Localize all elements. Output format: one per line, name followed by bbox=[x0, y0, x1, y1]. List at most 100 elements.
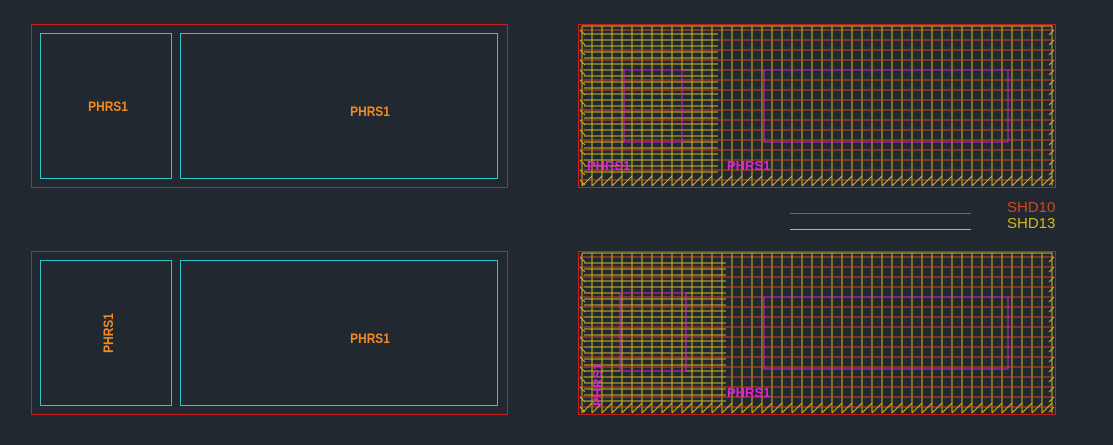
hatch-tooth-bottom bbox=[731, 402, 743, 414]
hatch-tooth-bottom bbox=[831, 175, 843, 187]
hatch-tooth-bottom bbox=[881, 402, 893, 414]
hatch-tooth-bottom bbox=[631, 175, 643, 187]
hatch-tooth-bottom bbox=[911, 402, 923, 414]
hatch-tooth-bottom bbox=[791, 175, 803, 187]
hatch-tooth-bottom bbox=[1011, 402, 1023, 414]
hatch-tooth-bottom bbox=[741, 402, 753, 414]
hatch-tooth-bottom bbox=[831, 402, 843, 414]
hatch-tooth-bottom bbox=[591, 175, 603, 187]
hatch-tooth-bottom bbox=[731, 175, 743, 187]
hatch-tooth-bottom bbox=[691, 175, 703, 187]
hatch-tooth-bottom bbox=[901, 175, 913, 187]
hatch-panel-bottom-right[interactable]: PHRS1 PHRS1 bbox=[578, 251, 1056, 415]
hatch-tooth-bottom bbox=[611, 175, 623, 187]
hatch-tooth-bottom bbox=[941, 402, 953, 414]
hatch-tooth-bottom bbox=[981, 175, 993, 187]
room-cell-large[interactable] bbox=[180, 33, 498, 179]
hatch-tooth-bottom bbox=[641, 402, 653, 414]
hatch-tooth-bottom bbox=[981, 402, 993, 414]
hatch-tooth-bottom bbox=[871, 175, 883, 187]
hatch-tooth-bottom bbox=[911, 175, 923, 187]
hatch-panel-top-right[interactable]: PHRS1 PHRS1 bbox=[578, 24, 1056, 188]
hatch-tooth-bottom bbox=[681, 175, 693, 187]
hatch-tooth-bottom bbox=[791, 402, 803, 414]
room-label: PHRS1 bbox=[727, 158, 770, 173]
hatch-tooth-bottom bbox=[711, 175, 723, 187]
room-label: PHRS1 bbox=[587, 158, 630, 173]
hatch-tooth-bottom bbox=[1041, 175, 1053, 187]
hatch-tooth-bottom bbox=[861, 175, 873, 187]
hatch-tooth-bottom bbox=[811, 402, 823, 414]
hatch-tooth-bottom bbox=[1041, 402, 1053, 414]
hatch-tooth-bottom bbox=[921, 175, 933, 187]
room-label: PHRS1 bbox=[88, 98, 128, 114]
panel-frame bbox=[578, 251, 1056, 415]
hatch-tooth-bottom bbox=[651, 402, 663, 414]
hatch-tooth-bottom bbox=[821, 402, 833, 414]
room-cell-large[interactable] bbox=[180, 260, 498, 406]
hatch-tooth-bottom bbox=[841, 402, 853, 414]
hatch-tooth-bottom bbox=[891, 402, 903, 414]
room-outline bbox=[763, 296, 1009, 370]
legend-label-shd13: SHD13 bbox=[1007, 215, 1056, 232]
hatch-tooth-bottom bbox=[611, 402, 623, 414]
hatch-tooth-bottom bbox=[881, 175, 893, 187]
hatch-tooth-bottom bbox=[701, 175, 713, 187]
hatch-tooth-bottom bbox=[631, 402, 643, 414]
hatch-tooth-bottom bbox=[711, 402, 723, 414]
hatch-tooth-bottom bbox=[701, 402, 713, 414]
hatch-tooth-bottom bbox=[661, 402, 673, 414]
room-label: PHRS1 bbox=[350, 330, 390, 346]
hatch-tooth-bottom bbox=[671, 175, 683, 187]
hatch-tooth-bottom bbox=[921, 402, 933, 414]
hatch-tooth-bottom bbox=[691, 402, 703, 414]
hatch-tooth-bottom bbox=[971, 402, 983, 414]
hatch-tooth-bottom bbox=[1001, 175, 1013, 187]
hatch-tooth-bottom bbox=[891, 175, 903, 187]
hatch-tooth-bottom bbox=[601, 175, 613, 187]
hatch-tooth-bottom bbox=[721, 402, 733, 414]
legend-label-shd10: SHD10 bbox=[1007, 199, 1056, 216]
hatch-tooth-bottom bbox=[1031, 175, 1043, 187]
hatch-tooth-bottom bbox=[771, 402, 783, 414]
hatch-tooth-bottom bbox=[801, 402, 813, 414]
hatch-tooth-bottom bbox=[681, 402, 693, 414]
hatch-tooth-bottom bbox=[801, 175, 813, 187]
hatch-tooth-bottom bbox=[761, 402, 773, 414]
hatch-tooth-bottom bbox=[851, 175, 863, 187]
hatch-tooth-bottom bbox=[1001, 402, 1013, 414]
hatch-tooth-bottom bbox=[721, 175, 733, 187]
hatch-tooth-bottom bbox=[821, 175, 833, 187]
hatch-tooth-bottom bbox=[851, 402, 863, 414]
hatch-tooth-bottom bbox=[751, 175, 763, 187]
hatch-tooth-bottom bbox=[581, 175, 593, 187]
room-label: PHRS1 bbox=[100, 313, 116, 353]
hatch-tooth-bottom bbox=[761, 175, 773, 187]
hatch-tooth-bottom bbox=[1021, 175, 1033, 187]
hatch-tooth-bottom bbox=[931, 402, 943, 414]
hatch-tooth-bottom bbox=[861, 402, 873, 414]
hatch-tooth-bottom bbox=[871, 402, 883, 414]
hatch-tooth-bottom bbox=[621, 175, 633, 187]
hatch-tooth-bottom bbox=[931, 175, 943, 187]
hatch-tooth-bottom bbox=[771, 175, 783, 187]
hatch-tooth-bottom bbox=[1031, 402, 1043, 414]
hatch-tooth-bottom bbox=[781, 175, 793, 187]
hatch-tooth-bottom bbox=[961, 402, 973, 414]
hatch-tooth-bottom bbox=[671, 402, 683, 414]
hatch-tooth-bottom bbox=[651, 175, 663, 187]
hatch-tooth-bottom bbox=[991, 175, 1003, 187]
hatch-tooth-bottom bbox=[741, 175, 753, 187]
hatch-tooth-bottom bbox=[781, 402, 793, 414]
hatch-tooth-bottom bbox=[941, 175, 953, 187]
hatch-tooth-bottom bbox=[1021, 402, 1033, 414]
hatch-tooth-bottom bbox=[1011, 175, 1023, 187]
hatch-tooth-bottom bbox=[621, 402, 633, 414]
hatch-tooth-bottom bbox=[951, 175, 963, 187]
legend-line-shd10 bbox=[790, 213, 971, 214]
hatch-tooth-bottom bbox=[991, 402, 1003, 414]
room-outline bbox=[763, 69, 1009, 143]
legend-line-shd13 bbox=[790, 229, 971, 230]
room-label: PHRS1 bbox=[350, 103, 390, 119]
hatch-tooth-bottom bbox=[661, 175, 673, 187]
